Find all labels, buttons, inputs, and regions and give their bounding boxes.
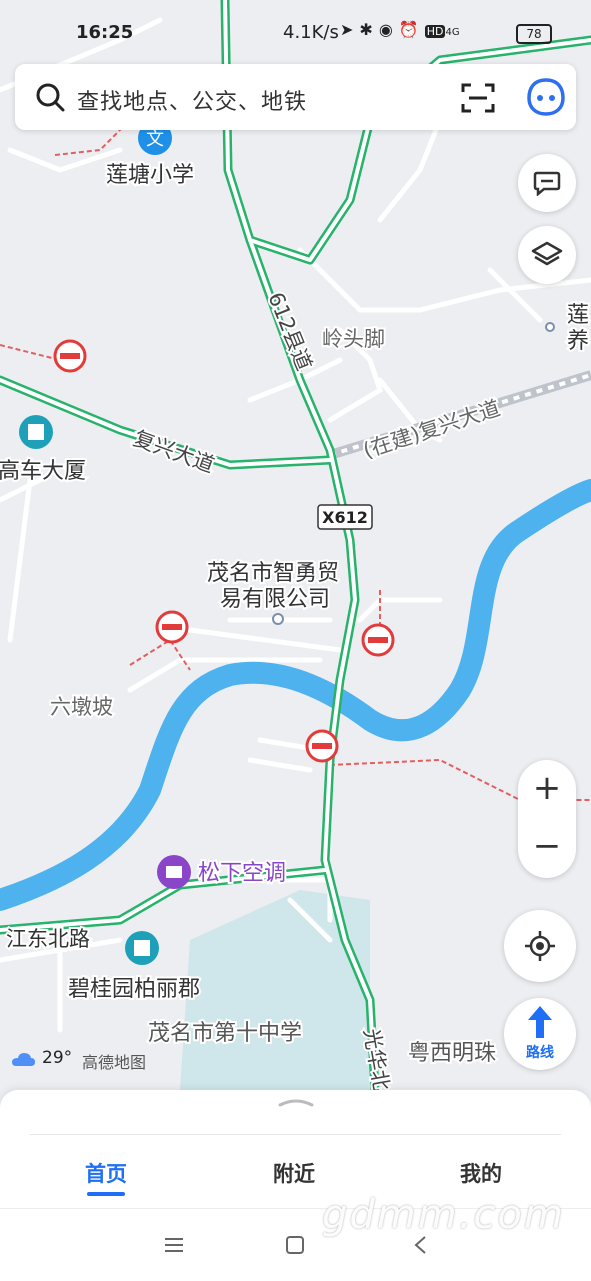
search-bar[interactable]: 查找地点、公交、地铁 (15, 64, 576, 130)
cloud-icon (12, 1053, 35, 1066)
map-label: 江东北路 (6, 927, 90, 951)
status-time: 16:25 (76, 22, 134, 43)
weather-temperature: 29° (42, 1048, 73, 1068)
route-button[interactable]: 路线 (504, 998, 576, 1070)
no-entry-icon (305, 729, 339, 763)
map-label: 莲塘小学 (106, 163, 194, 188)
hd-icon: HD (424, 25, 446, 38)
road-shield-label: X612 (322, 508, 368, 527)
map-label: 易有限公司 (220, 587, 330, 612)
map-brand: 高德地图 (82, 1053, 147, 1072)
route-arrow-icon (528, 1006, 552, 1038)
tab-nearby[interactable]: 附近 (234, 1158, 354, 1188)
search-icon (36, 83, 65, 112)
building-poi-icon (125, 931, 159, 965)
assistant-icon[interactable] (525, 76, 567, 118)
map-label: 松下空调 (198, 861, 286, 886)
building-poi-icon (19, 415, 53, 449)
bluetooth-icon: ✱ (359, 20, 379, 39)
svg-text:文: 文 (146, 129, 164, 150)
shop-poi-icon (157, 855, 191, 889)
home-icon[interactable] (285, 1235, 305, 1255)
zoom-out-button[interactable]: − (518, 818, 576, 876)
route-label: 路线 (526, 1045, 554, 1061)
layers-icon (531, 241, 563, 266)
4g-signal-icon: 4G (445, 27, 460, 38)
battery-icon: 78 (516, 24, 552, 44)
poi-dot (545, 322, 555, 332)
alarm-icon: ⏰ (398, 20, 425, 39)
menu-icon[interactable] (164, 1237, 184, 1253)
tab-mine[interactable]: 我的 (421, 1158, 541, 1188)
company-poi-dot (272, 613, 284, 625)
search-input[interactable]: 查找地点、公交、地铁 (77, 84, 307, 116)
feedback-button[interactable] (518, 154, 576, 212)
zoom-control: + − (518, 760, 576, 878)
locate-icon (525, 931, 555, 961)
map-label: 茂名市智勇贸 (207, 561, 339, 586)
tab-active-indicator (87, 1192, 125, 1196)
map-label: 养 (567, 329, 589, 354)
status-net-speed: 4.1K/s (283, 22, 339, 43)
watermark: gdmm.com (322, 1192, 565, 1238)
zoom-in-button[interactable]: + (518, 760, 576, 818)
drag-handle-icon[interactable] (276, 1096, 316, 1108)
scan-icon[interactable] (461, 82, 495, 114)
map-label: 茂名市第十中学 (148, 1021, 302, 1046)
layers-button[interactable] (518, 226, 576, 284)
map-label: 粤西明珠 (408, 1041, 496, 1066)
map-label: 碧桂园柏丽郡 (68, 977, 200, 1002)
map-label: 岭头脚 (322, 327, 385, 351)
panel-divider (30, 1134, 561, 1135)
message-icon (533, 171, 561, 196)
toggle-icon: ◉ (378, 20, 399, 39)
no-entry-icon (155, 610, 189, 644)
tab-home[interactable]: 首页 (46, 1158, 166, 1188)
map-label: 莲 (567, 303, 589, 328)
map-label: 高车大厦 (0, 459, 86, 484)
map-canvas[interactable]: 文 莲塘小学 岭头脚 高车大厦 茂名市智勇贸 易有限公司 六墩坡 松下空调 江东… (0, 0, 591, 1280)
back-icon[interactable] (413, 1235, 427, 1255)
locate-button[interactable] (504, 910, 576, 982)
status-bar: 16:25 4.1K/s ➤✱◉⏰ HD 4G 78 (0, 0, 591, 62)
status-icons: ➤✱◉⏰ HD 4G (340, 20, 460, 39)
map-label: 六墩坡 (50, 695, 113, 719)
no-entry-icon (361, 623, 395, 657)
location-icon: ➤ (340, 20, 360, 39)
no-entry-icon (53, 339, 87, 373)
